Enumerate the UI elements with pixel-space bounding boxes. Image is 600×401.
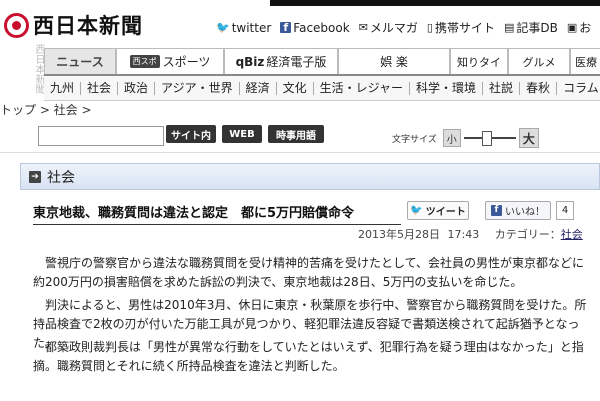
mail-icon: ✉ bbox=[358, 21, 368, 34]
article-headline: 東京地裁、職務質問は違法と認定 都に5万円賠償命令 bbox=[33, 202, 401, 225]
section-title: 社会 bbox=[47, 169, 75, 186]
category-shakai[interactable]: 社会 bbox=[81, 81, 119, 95]
category-bunka[interactable]: 文化 bbox=[277, 81, 314, 95]
divider bbox=[0, 152, 600, 153]
font-size-label: 文字サイズ bbox=[392, 134, 437, 145]
facebook-link[interactable]: f Facebook bbox=[280, 21, 350, 35]
arrow-right-icon: ➔ bbox=[29, 170, 41, 183]
category-column[interactable]: コラム bbox=[557, 81, 600, 95]
article-category-link[interactable]: 社会 bbox=[561, 228, 583, 241]
web-search-button[interactable]: WEB bbox=[222, 125, 262, 143]
twitter-bird-icon: 🐦 bbox=[410, 205, 423, 216]
tweet-button[interactable]: 🐦 ツイート bbox=[407, 201, 469, 220]
article-db-link[interactable]: ▤ 記事DB bbox=[504, 19, 558, 36]
terms-search-button[interactable]: 時事用語 bbox=[268, 125, 324, 143]
db-icon: ▤ bbox=[504, 21, 515, 34]
bookmark-link[interactable]: ▣ お bbox=[567, 19, 591, 36]
category-kagaku[interactable]: 科学・環境 bbox=[410, 81, 484, 95]
facebook-icon: f bbox=[280, 22, 292, 33]
tab-news[interactable]: ニュース bbox=[44, 48, 116, 74]
site-search-button[interactable]: サイト内 bbox=[166, 125, 216, 143]
site-logo[interactable]: 西日本新聞 bbox=[4, 7, 143, 43]
facebook-icon: f bbox=[491, 205, 502, 216]
top-links: 🐦 twitter f Facebook ✉ メルマガ ▯ 携帯サイト ▤ 記事DB ▣ お bbox=[216, 19, 600, 36]
font-size-slider[interactable] bbox=[463, 130, 516, 146]
twitter-link[interactable]: 🐦 twitter bbox=[216, 21, 271, 35]
article-paragraph: 警視庁の警察官から違法な職務質問を受け精神的苦痛を受けたとして、会社員の男性が東… bbox=[33, 256, 585, 289]
search-input[interactable] bbox=[38, 126, 164, 146]
font-small-button[interactable]: 小 bbox=[442, 129, 461, 147]
tab-gourmet[interactable]: グルメ bbox=[508, 48, 570, 74]
section-header: ➔ 社会 bbox=[20, 163, 600, 190]
category-label: カテゴリー： bbox=[494, 228, 561, 241]
article-time: 17:43 bbox=[447, 228, 480, 241]
mobile-site-link[interactable]: ▯ 携帯サイト bbox=[427, 19, 495, 36]
tab-qbiz[interactable]: qBiz 経済電子版 bbox=[224, 48, 338, 74]
top-banner-ad[interactable] bbox=[270, 0, 600, 6]
category-bar: 九州 社会 政治 アジア・世界 経済 文化 生活・レジャー 科学・環境 社説 春… bbox=[44, 74, 600, 101]
twitter-icon: 🐦 bbox=[216, 21, 230, 34]
article-paragraph: 都築政則裁判長は「男性が異常な行動をしていたとはいえず、犯罪行為を疑う理由はなか… bbox=[33, 340, 584, 373]
nishispo-badge: 西スポ bbox=[129, 55, 160, 68]
category-seikatsu[interactable]: 生活・レジャー bbox=[314, 81, 411, 95]
mobile-icon: ▯ bbox=[426, 21, 433, 34]
slider-knob[interactable] bbox=[481, 131, 492, 146]
category-kyushu[interactable]: 九州 bbox=[44, 81, 82, 95]
tab-entertainment[interactable]: 娯 楽 bbox=[338, 48, 450, 74]
like-count: 4 bbox=[556, 201, 574, 220]
category-shunju[interactable]: 春秋 bbox=[520, 81, 558, 95]
breadcrumb[interactable]: トップ > 社会 > bbox=[0, 101, 92, 118]
tab-chishiki[interactable]: 知りタイ bbox=[450, 48, 508, 74]
qbiz-badge: qBiz bbox=[235, 54, 265, 69]
category-seiji[interactable]: 政治 bbox=[118, 81, 156, 95]
bookmark-icon: ▣ bbox=[566, 21, 578, 34]
font-size-control: 文字サイズ 小 大 bbox=[392, 128, 539, 148]
like-button[interactable]: f いいね！ bbox=[485, 201, 551, 220]
category-shasetsu[interactable]: 社説 bbox=[483, 81, 521, 95]
site-name: 西日本新聞 bbox=[33, 14, 143, 38]
tab-sports[interactable]: 西スポ スポーツ bbox=[116, 48, 224, 74]
tab-iryo[interactable]: 医療 bbox=[570, 48, 600, 74]
font-large-button[interactable]: 大 bbox=[518, 128, 539, 148]
logo-mark-icon bbox=[4, 12, 29, 38]
search-row: サイト内 WEB 時事用語 文字サイズ 小 大 bbox=[0, 120, 600, 150]
category-asia-world[interactable]: アジア・世界 bbox=[155, 81, 240, 95]
category-keizai[interactable]: 経済 bbox=[240, 81, 277, 95]
mailmag-link[interactable]: ✉ メルマガ bbox=[359, 19, 418, 36]
article-date: 2013年5月28日 bbox=[358, 228, 440, 241]
article-meta: 2013年5月28日 17:43 カテゴリー：社会 bbox=[358, 226, 583, 242]
main-nav: ニュース 西スポ スポーツ qBiz 経済電子版 娯 楽 知りタイ グルメ 医療 bbox=[0, 48, 600, 74]
